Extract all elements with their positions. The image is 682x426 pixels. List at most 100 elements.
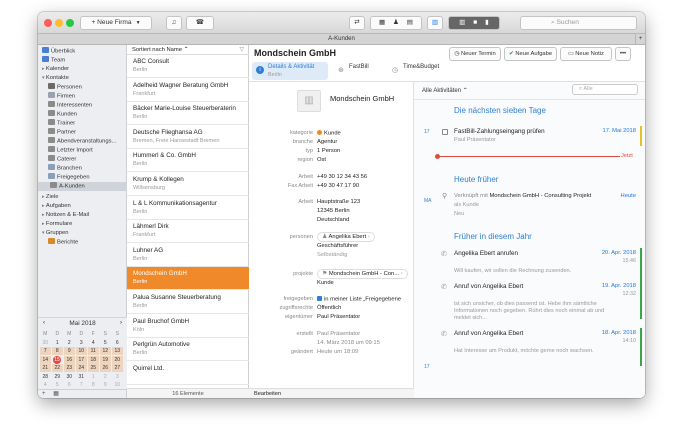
close-window-button[interactable] (44, 19, 52, 27)
tab-a-kunden[interactable]: A-Kunden (328, 36, 355, 42)
list-item[interactable]: Palua Susanne Steuerberatung Berlin (127, 291, 249, 314)
sidebar-item-5[interactable]: Firmen (38, 92, 127, 101)
calendar-day[interactable]: 31 (76, 373, 87, 381)
sidebar-item-3[interactable]: ▾ Kontakte (38, 74, 127, 83)
filter-icon[interactable]: ▽ (240, 45, 244, 55)
list-item[interactable]: Hummerl & Co. GmbH Berlin (127, 149, 249, 173)
calendar-day[interactable]: 22 (52, 364, 63, 372)
calendar-day[interactable]: 10 (76, 347, 87, 355)
calendar-day[interactable]: 3 (76, 339, 87, 347)
new-firm-button[interactable]: + Neue Firma ▼ (80, 16, 152, 30)
calendar-day[interactable]: 12 (100, 347, 111, 355)
task-checkbox[interactable] (442, 129, 448, 135)
list-item[interactable]: Luhner AG Berlin (127, 244, 249, 267)
calendar-day[interactable]: 15 (53, 355, 61, 364)
sidebar-item-8[interactable]: Trainer (38, 119, 127, 128)
calendar-day[interactable]: 9 (100, 381, 111, 389)
address-line3[interactable]: Deutschland (317, 217, 349, 223)
list-item[interactable]: Perlgrün Automotive Berlin (127, 338, 249, 362)
sidebar-item-1[interactable]: Team (38, 56, 127, 65)
sidebar-item-20[interactable]: ▾ Gruppen (38, 229, 127, 238)
calendar-day[interactable]: 19 (100, 355, 111, 364)
entry-title[interactable]: Angelika Ebert anrufen (454, 250, 518, 257)
shared-check-icon[interactable] (317, 296, 322, 301)
calendar-day[interactable]: 18 (88, 355, 99, 364)
calendar-day[interactable]: 6 (112, 339, 123, 347)
list-item[interactable]: Adelheid Wagner Beratung GmbH Frankfurt (127, 79, 249, 102)
add-tab-button[interactable]: + (635, 34, 645, 45)
tab-timebudget[interactable]: ◷ Time&Budget (389, 62, 449, 80)
calendar-day[interactable]: 4 (88, 339, 99, 347)
phone-value[interactable]: +49 30 12 34 43 56 (317, 174, 367, 180)
list-item[interactable]: Mondschein GmbH Berlin (127, 267, 249, 291)
zoom-window-button[interactable] (66, 19, 74, 27)
calendar-day[interactable]: 13 (112, 347, 123, 355)
calendar-day[interactable]: 27 (112, 364, 123, 372)
calendar-day[interactable]: 14 (40, 355, 51, 364)
calendar-day[interactable]: 7 (40, 347, 51, 355)
calendar-day[interactable]: 20 (112, 355, 123, 364)
sidebar-item-14[interactable]: Freigegeben (38, 173, 127, 182)
task-title[interactable]: FastBill-Zahlungseingang prüfen (454, 128, 545, 135)
person-chip[interactable]: ♟ Angelika Ebert › (317, 232, 375, 242)
add-group-icon[interactable]: + (42, 391, 46, 397)
bell-button[interactable]: ♫ (166, 16, 182, 30)
sidebar-item-6[interactable]: Interessenten (38, 101, 127, 110)
calendar-day[interactable]: 1 (88, 373, 99, 381)
search-field[interactable]: ⌕ Suchen (520, 16, 637, 30)
sidebar-item-9[interactable]: Partner (38, 128, 127, 137)
calendar-day[interactable]: 11 (88, 347, 99, 355)
calendar-toggle-icon[interactable]: ▦ (53, 391, 59, 397)
sidebar-item-4[interactable]: Personen (38, 83, 127, 92)
list-item[interactable]: Lähmerl Dirk Frankfurt (127, 220, 249, 244)
fax-value[interactable]: +49 30 47 17 90 (317, 183, 359, 189)
phone-button[interactable]: ☎ (186, 16, 214, 30)
calendar-day[interactable]: 26 (100, 364, 111, 372)
activity-search[interactable]: ⌕ Alle (572, 84, 638, 95)
sidebar-item-16[interactable]: ▸ Ziele (38, 193, 127, 202)
activity-filter[interactable]: Alle Aktivitäten ⌃ (422, 87, 468, 94)
calendar-day[interactable]: 30 (64, 373, 75, 381)
sidebar-item-18[interactable]: ▸ Notizen & E-Mail (38, 211, 127, 220)
list-item[interactable]: Bäcker Marie-Louise Steuerberaterin Berli… (127, 102, 249, 126)
calendar-day[interactable]: 24 (76, 364, 87, 372)
sidebar-item-0[interactable]: Überblick (38, 47, 127, 56)
sidebar-item-11[interactable]: Letzter Import (38, 146, 127, 155)
sync-button[interactable]: ⇄ (349, 16, 365, 30)
calendar-day[interactable]: 2 (100, 373, 111, 381)
sort-selector[interactable]: Sortiert nach Name (132, 47, 182, 53)
link-text[interactable]: Verknüpft mit Mondschein GmbH - Consulti… (454, 193, 591, 199)
sidebar-item-2[interactable]: ▸ Kalender (38, 65, 127, 74)
calendar-day[interactable]: 16 (64, 355, 75, 364)
sidebar-item-10[interactable]: Abendveranstaltungs... (38, 137, 127, 146)
sidebar-item-21[interactable]: Berichte (38, 238, 127, 247)
sidebar-item-17[interactable]: ▸ Aufgaben (38, 202, 127, 211)
calendar-view-icon[interactable]: ▦ (379, 19, 385, 26)
calendar-day[interactable]: 10 (112, 381, 123, 389)
list-item[interactable]: Quirrel Ltd. (127, 362, 249, 385)
calendar-day[interactable]: 8 (88, 381, 99, 389)
list-item[interactable]: L & L Kommunikationsagentur Berlin (127, 197, 249, 220)
tab-fastbill[interactable]: ⊛ FastBill (335, 62, 385, 80)
list-item[interactable]: Deutsche Flieghansa AG Bremen, Freie Hans… (127, 126, 249, 149)
calendar-day[interactable]: 5 (100, 339, 111, 347)
sidebar-toggle-button[interactable]: ▥ (427, 16, 443, 30)
entry-title[interactable]: Anruf von Angelika Ebert (454, 330, 523, 337)
calendar-day[interactable]: 3 (112, 373, 123, 381)
calendar-day[interactable]: 4 (40, 381, 51, 389)
more-button[interactable]: ••• (615, 47, 631, 61)
sidebar-item-12[interactable]: Caterer (38, 155, 127, 164)
calendar-day[interactable]: 8 (52, 347, 63, 355)
sidebar-item-19[interactable]: ▸ Formulare (38, 220, 127, 229)
layout-columns-icon[interactable]: ▥ (459, 19, 465, 26)
project-chip[interactable]: ⚑ Mondschein GmbH - Con... › (317, 269, 408, 279)
calendar-day[interactable]: 30 (40, 339, 51, 347)
calendar-day[interactable]: 23 (64, 364, 75, 372)
new-task-button[interactable]: ✔ Neue Aufgabe (504, 47, 557, 61)
minimize-window-button[interactable] (55, 19, 63, 27)
calendar-next-button[interactable]: › (120, 320, 122, 326)
calendar-day[interactable]: 21 (40, 364, 51, 372)
person-view-icon[interactable]: ♟ (393, 19, 399, 26)
tab-details-activity[interactable]: i Details & Aktivität Berlin (252, 62, 328, 80)
calendar-day[interactable]: 5 (52, 381, 63, 389)
